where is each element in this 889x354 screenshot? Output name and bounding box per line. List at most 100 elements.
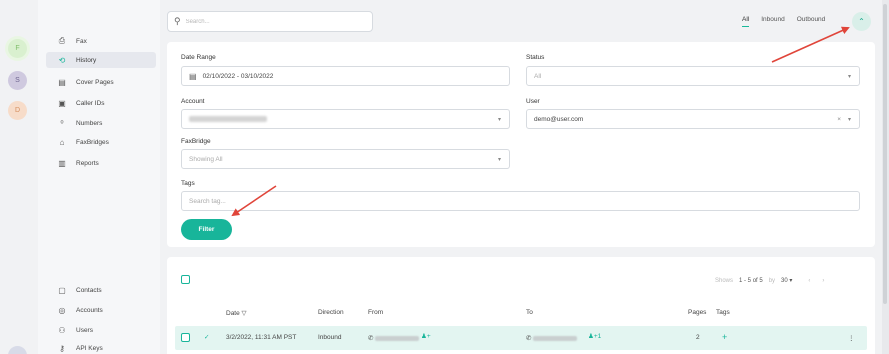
avatar[interactable]: F xyxy=(8,39,27,58)
caller-id-icon: ▣ xyxy=(58,98,66,108)
account-rail: F S D xyxy=(0,0,38,354)
from-value-redacted xyxy=(375,335,420,341)
phone-icon: ✆ xyxy=(368,335,374,342)
column-header-direction: Direction xyxy=(318,309,344,316)
chevron-down-icon: ▾ xyxy=(847,73,851,80)
faxbridge-value: Showing All xyxy=(189,155,223,163)
chevron-down-icon: ▾ xyxy=(497,156,501,163)
select-all-checkbox[interactable] xyxy=(181,275,190,284)
tags-field[interactable]: Search tag... xyxy=(181,191,860,211)
sidebar-item-label: Cover Pages xyxy=(76,78,114,86)
scrollbar-thumb[interactable] xyxy=(883,4,887,304)
direction-tabs: All Inbound Outbound xyxy=(742,16,825,27)
faxbridge-select[interactable]: Showing All ▾ xyxy=(181,149,510,169)
shows-range: 1 - 5 of 5 xyxy=(739,277,763,284)
column-header-date[interactable]: Date ▽ xyxy=(226,309,247,317)
table-row[interactable]: ✓ 3/2/2022, 11:31 AM PST Inbound ✆ ♟+ ✆ … xyxy=(175,326,867,350)
contacts-icon: ▢ xyxy=(58,285,66,295)
users-icon: ⚇ xyxy=(58,325,66,335)
clear-icon[interactable]: × xyxy=(837,116,841,123)
sidebar-item-reports[interactable]: ▥ Reports xyxy=(46,155,156,171)
add-contact-icon[interactable]: ♟+ xyxy=(421,332,431,340)
sidebar-item-history[interactable]: ⟲ History xyxy=(46,52,156,68)
sidebar-item-label: Contacts xyxy=(76,286,102,294)
sidebar-item-numbers[interactable]: ⁰ Numbers xyxy=(46,115,156,131)
date-range-label: Date Range xyxy=(181,54,216,61)
filter-panel: Date Range ▤ 02/10/2022 - 03/10/2022 Sta… xyxy=(167,42,875,247)
sidebar-item-label: Fax xyxy=(76,37,87,45)
avatar-initial: F xyxy=(15,45,20,52)
date-range-field[interactable]: ▤ 02/10/2022 - 03/10/2022 xyxy=(181,66,510,86)
collapse-filters-button[interactable]: ⌃ xyxy=(852,12,871,31)
column-header-from: From xyxy=(368,309,384,316)
filter-button[interactable]: Filter xyxy=(181,219,232,240)
prev-page-icon[interactable]: ‹ xyxy=(808,278,810,284)
key-icon: ⚷ xyxy=(59,343,65,353)
faxbridge-icon: ⌂ xyxy=(59,137,65,147)
row-from: ✆ xyxy=(368,334,420,342)
sidebar-item-cover-pages[interactable]: ▤ Cover Pages xyxy=(46,74,156,90)
tab-inbound[interactable]: Inbound xyxy=(761,16,785,27)
row-date: 3/2/2022, 11:31 AM PST xyxy=(226,334,297,341)
account-select[interactable]: ▾ xyxy=(181,109,510,129)
sidebar-item-label: Reports xyxy=(76,159,99,167)
chevron-down-icon: ▾ xyxy=(497,116,501,123)
sidebar-item-label: Caller IDs xyxy=(76,99,105,107)
numbers-icon: ⁰ xyxy=(60,118,64,128)
search-icon: ⚲ xyxy=(174,16,181,26)
sidebar-item-label: Accounts xyxy=(76,306,103,314)
to-value-redacted xyxy=(533,335,578,341)
tags-placeholder: Search tag... xyxy=(189,197,226,205)
accounts-icon: ◎ xyxy=(58,305,66,315)
sidebar-item-caller-ids[interactable]: ▣ Caller IDs xyxy=(46,95,156,111)
results-panel: Shows 1 - 5 of 5 by 30 ▾ ‹ › Date ▽ Dire… xyxy=(167,257,875,354)
faxbridge-label: FaxBridge xyxy=(181,138,211,145)
row-direction: Inbound xyxy=(318,334,342,341)
user-value: demo@user.com xyxy=(534,115,584,123)
checkmark-icon: ✓ xyxy=(204,334,210,341)
sidebar-item-label: Numbers xyxy=(76,119,103,127)
row-to: ✆ xyxy=(526,334,578,342)
reports-icon: ▥ xyxy=(58,158,66,168)
phone-icon: ✆ xyxy=(526,335,532,342)
per-page-select[interactable]: 30 ▾ xyxy=(781,277,792,284)
row-pages: 2 xyxy=(696,334,700,341)
sidebar-item-api-keys[interactable]: ⚷ API Keys xyxy=(46,340,156,354)
tab-all[interactable]: All xyxy=(742,16,750,27)
sidebar-item-faxbridges[interactable]: ⌂ FaxBridges xyxy=(46,134,156,150)
sidebar-item-label: API Keys xyxy=(76,344,103,352)
status-value: All xyxy=(534,72,542,80)
avatar-initial: D xyxy=(14,107,21,114)
avatar[interactable]: D xyxy=(8,101,27,120)
date-range-value: 02/10/2022 - 03/10/2022 xyxy=(202,72,274,80)
avatar[interactable] xyxy=(8,346,27,354)
avatar[interactable]: S xyxy=(8,71,27,90)
history-icon: ⟲ xyxy=(58,55,66,65)
search-box[interactable]: ⚲ xyxy=(167,11,373,32)
calendar-icon: ▤ xyxy=(189,71,197,81)
user-label: User xyxy=(526,98,540,105)
sidebar-item-label: History xyxy=(76,56,97,64)
tab-outbound[interactable]: Outbound xyxy=(797,16,826,27)
by-label: by xyxy=(768,277,776,284)
chevron-down-icon: ▾ xyxy=(847,116,851,123)
account-value-redacted xyxy=(189,116,267,122)
tags-label: Tags xyxy=(181,180,195,187)
search-input[interactable] xyxy=(185,18,366,25)
more-options-icon[interactable]: ⋮ xyxy=(848,334,855,342)
sidebar-item-label: Users xyxy=(76,326,93,334)
user-select[interactable]: demo@user.com × ▾ xyxy=(526,109,860,129)
sidebar: ⎙ Fax ⟲ History ▤ Cover Pages ▣ Caller I… xyxy=(38,0,160,354)
per-page-value: 30 xyxy=(781,278,788,284)
sidebar-item-users[interactable]: ⚇ Users xyxy=(46,322,156,338)
column-header-tags: Tags xyxy=(716,309,730,316)
row-checkbox[interactable] xyxy=(181,333,190,342)
next-page-icon[interactable]: › xyxy=(822,278,824,284)
add-tag-icon[interactable]: + xyxy=(722,332,727,342)
status-label: Status xyxy=(526,54,545,61)
sidebar-item-contacts[interactable]: ▢ Contacts xyxy=(46,282,156,298)
recipients-more[interactable]: ♟+1 xyxy=(588,332,601,340)
sidebar-item-fax[interactable]: ⎙ Fax xyxy=(46,33,156,49)
status-select[interactable]: All ▾ xyxy=(526,66,860,86)
sidebar-item-accounts[interactable]: ◎ Accounts xyxy=(46,302,156,318)
